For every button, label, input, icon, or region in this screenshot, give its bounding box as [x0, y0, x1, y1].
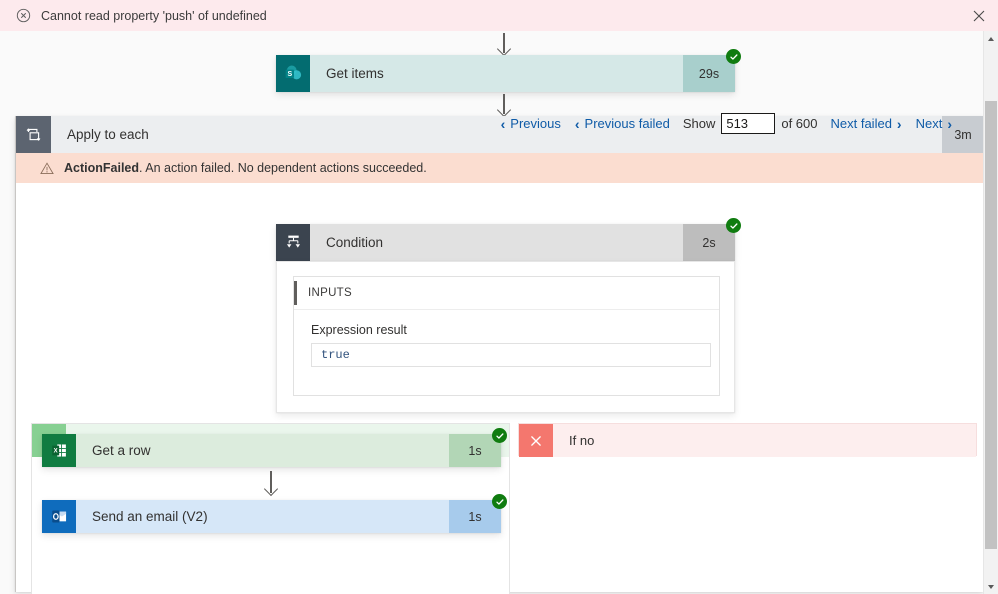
next-failed-link[interactable]: Next failed ›: [831, 116, 902, 132]
show-label: Show: [682, 116, 716, 131]
previous-failed-link[interactable]: ‹ Previous failed: [575, 116, 670, 132]
expression-result-value: true: [311, 343, 711, 367]
status-success-icon: [726, 218, 741, 233]
connector-arrow-branch: [270, 471, 272, 493]
warning-triangle-icon: [40, 161, 54, 175]
scope-failure-message: ActionFailed. An action failed. No depen…: [16, 153, 983, 183]
branch-if-no: If no: [518, 423, 977, 457]
connector-arrow-top: [503, 33, 505, 53]
action-card-condition[interactable]: Condition 2s: [276, 218, 741, 261]
failure-text: . An action failed. No dependent actions…: [139, 161, 427, 175]
previous-link[interactable]: ‹ Previous: [501, 116, 561, 132]
loop-icon: [16, 116, 51, 153]
status-success-icon: [492, 428, 507, 443]
action-card-get-a-row[interactable]: X Get a row 1s: [42, 428, 507, 467]
scrollbar-thumb[interactable]: [985, 101, 997, 549]
action-card-send-an-email[interactable]: Send an email (V2) 1s: [42, 494, 507, 533]
page-number-input[interactable]: [721, 113, 776, 134]
scroll-down-icon[interactable]: [984, 579, 998, 594]
svg-text:X: X: [53, 449, 57, 455]
pagination-controls: ‹ Previous ‹ Previous failed Show of 600…: [494, 113, 959, 134]
action-card-get-items[interactable]: S Get items 29s: [276, 49, 741, 92]
previous-label: Previous: [510, 116, 561, 131]
action-title: Send an email (V2): [92, 509, 208, 524]
close-icon[interactable]: [972, 9, 986, 23]
chevron-right-icon: ›: [896, 115, 902, 132]
total-pages-label: of 600: [781, 116, 818, 131]
chevron-left-icon: ‹: [500, 115, 506, 132]
next-failed-label: Next failed: [830, 116, 892, 131]
svg-text:S: S: [287, 71, 292, 78]
error-message: Cannot read property 'push' of undefined: [41, 8, 267, 23]
connector-arrow-scope: [503, 94, 505, 114]
status-success-icon: [726, 49, 741, 64]
action-title: Condition: [326, 235, 384, 250]
vertical-scrollbar[interactable]: [983, 31, 998, 594]
flow-canvas: S Get items 29s Apply to each 3m ActionF…: [0, 31, 983, 594]
outlook-icon: [42, 500, 76, 533]
sharepoint-icon: S: [276, 55, 310, 92]
expression-result-label: Expression result: [311, 323, 407, 337]
scroll-up-icon[interactable]: [984, 31, 998, 46]
excel-icon: X: [42, 434, 76, 467]
error-banner: Cannot read property 'push' of undefined: [0, 0, 998, 31]
x-icon: [519, 424, 553, 457]
branch-if-no-label: If no: [569, 433, 595, 448]
branch-if-no-header: If no: [519, 424, 976, 457]
next-link[interactable]: Next ›: [916, 116, 952, 132]
action-title: Get a row: [92, 443, 151, 458]
status-success-icon: [492, 494, 507, 509]
inputs-header-label: INPUTS: [308, 287, 352, 299]
condition-details-panel: INPUTS Expression result true: [276, 261, 735, 413]
next-label: Next: [915, 116, 943, 131]
condition-branch-icon: [276, 224, 310, 261]
inputs-header: INPUTS: [294, 277, 719, 310]
chevron-right-icon: ›: [947, 115, 952, 132]
chevron-left-icon: ‹: [574, 115, 580, 132]
previous-failed-label: Previous failed: [584, 116, 670, 131]
error-circle-x-icon: [16, 8, 31, 23]
action-title: Get items: [326, 66, 384, 81]
inputs-section: INPUTS Expression result true: [293, 276, 720, 396]
failure-code: ActionFailed: [64, 161, 140, 175]
